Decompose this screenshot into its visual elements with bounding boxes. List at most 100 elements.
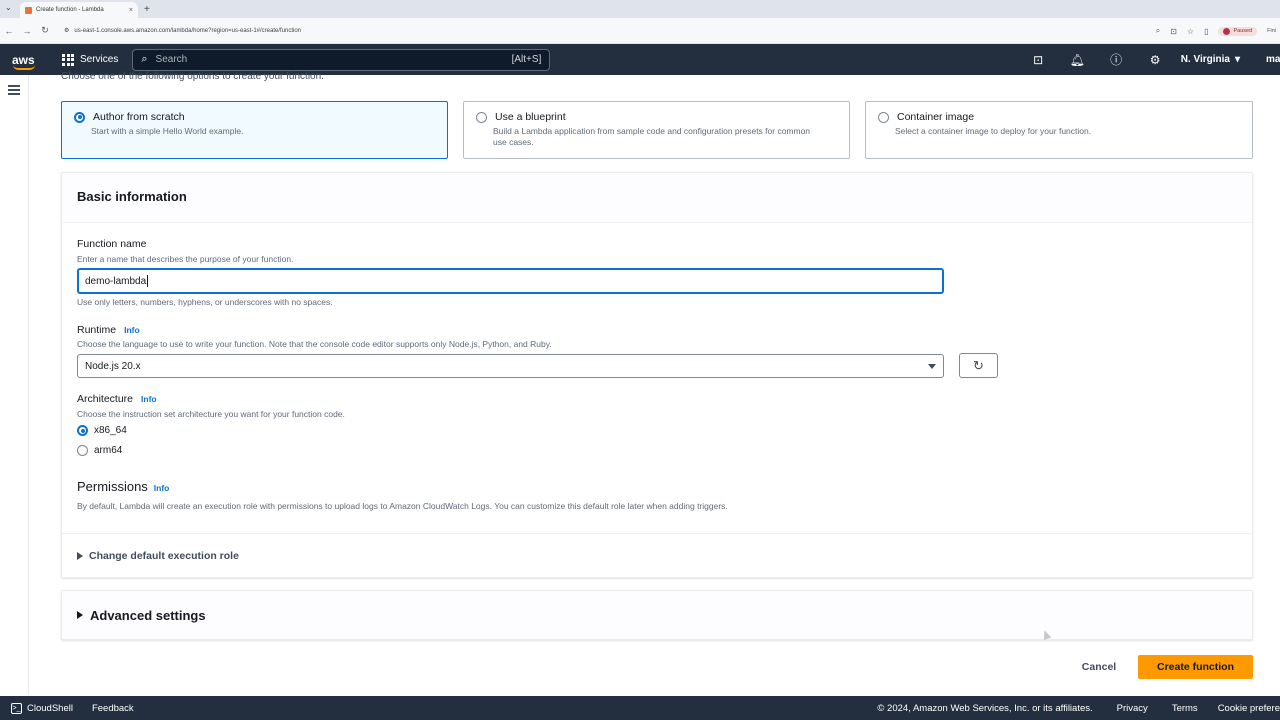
function-name-input[interactable]: demo-lambda: [77, 268, 944, 294]
advanced-settings-label: Advanced settings: [90, 607, 206, 623]
notifications-bell-icon[interactable]: 🔔︎: [1058, 53, 1097, 67]
copyright-text: © 2024, Amazon Web Services, Inc. or its…: [877, 702, 1093, 714]
new-tab-icon[interactable]: +: [144, 4, 150, 15]
intro-text: Choose one of the following options to c…: [61, 71, 324, 82]
radio-author-from-scratch[interactable]: [74, 111, 85, 123]
runtime-value: Node.js 20.x: [85, 360, 141, 372]
terms-link[interactable]: Terms: [1172, 703, 1198, 714]
permissions-info-link[interactable]: Info: [154, 483, 170, 493]
panel-divider: [62, 533, 1252, 534]
paused-label: Paused: [1233, 28, 1253, 34]
help-icon[interactable]: ⓘ: [1097, 51, 1136, 68]
privacy-link[interactable]: Privacy: [1117, 703, 1148, 714]
function-name-label: Function name: [77, 238, 147, 250]
aws-favicon-icon: [25, 6, 32, 14]
option-title: Container image: [897, 111, 975, 123]
select-caret-down-icon: [928, 363, 936, 369]
radio-use-a-blueprint[interactable]: [476, 111, 487, 123]
architecture-info-link[interactable]: Info: [141, 394, 157, 404]
function-name-hint: Use only letters, numbers, hyphens, or u…: [77, 297, 333, 307]
footer-right-links: © 2024, Amazon Web Services, Inc. or its…: [877, 696, 1280, 720]
function-name-desc: Enter a name that describes the purpose …: [77, 254, 294, 264]
permissions-label-group: Permissions Info: [77, 479, 169, 494]
cookie-preferences-link[interactable]: Cookie prefere: [1218, 703, 1280, 714]
tab-title: Create function - Lambda: [36, 7, 104, 13]
services-label: Services: [80, 54, 119, 65]
tab-close-icon[interactable]: ×: [129, 7, 133, 14]
extra-toolbar-label[interactable]: Fini: [1267, 28, 1276, 34]
forward-icon[interactable]: →: [18, 26, 36, 36]
cloudshell-icon[interactable]: ⊡: [1019, 53, 1058, 67]
browser-toolbar-right: ⌕ ⊡ ☆ ▯ Paused Fini: [1156, 18, 1280, 44]
feedback-link[interactable]: Feedback: [92, 703, 134, 714]
cloudshell-button[interactable]: >_ CloudShell: [11, 702, 73, 714]
refresh-icon: ↻: [973, 357, 984, 373]
option-title: Use a blueprint: [495, 111, 566, 123]
function-name-value: demo-lambda: [85, 275, 147, 287]
aws-smile-icon: [13, 65, 35, 70]
option-container-image[interactable]: Container image Select a container image…: [865, 101, 1253, 159]
radio-arm64[interactable]: [77, 445, 88, 456]
browser-tab-bar: ⌄ Create function - Lambda × +: [0, 0, 1280, 18]
zoom-icon[interactable]: ⌕: [1156, 26, 1160, 36]
url-text: us-east-1.console.aws.amazon.com/lambda/…: [74, 27, 302, 34]
runtime-info-link[interactable]: Info: [124, 325, 140, 335]
back-icon[interactable]: ←: [0, 26, 18, 36]
side-panel-icon[interactable]: ▯: [1204, 27, 1208, 36]
radio-x86-64[interactable]: [77, 425, 88, 436]
option-desc: Build a Lambda application from sample c…: [493, 126, 811, 147]
services-grid-icon: [62, 53, 74, 66]
radio-label: arm64: [94, 445, 123, 456]
tab-search-icon[interactable]: ⌄: [5, 3, 12, 12]
option-use-a-blueprint[interactable]: Use a blueprint Build a Lambda applicati…: [463, 101, 850, 159]
expander-label: Change default execution role: [89, 550, 239, 562]
search-icon: ⌕: [141, 53, 148, 65]
region-selector[interactable]: N. Virginia ▾: [1181, 54, 1240, 65]
panel-heading: Basic information: [62, 173, 1252, 223]
runtime-label-group: Runtime Info: [77, 324, 140, 336]
runtime-desc: Choose the language to use to write your…: [77, 339, 552, 349]
bookmark-star-icon[interactable]: ☆: [1187, 27, 1194, 36]
architecture-option-arm64[interactable]: arm64: [77, 445, 122, 456]
cloudshell-icon: >_: [11, 702, 22, 714]
search-placeholder: Search: [155, 54, 188, 65]
search-shortcut: [Alt+S]: [511, 54, 542, 65]
permissions-desc: By default, Lambda will create an execut…: [77, 501, 728, 511]
text-caret: [147, 275, 149, 287]
radio-container-image[interactable]: [878, 111, 889, 123]
create-function-button[interactable]: Create function: [1138, 655, 1253, 679]
radio-label: x86_64: [94, 425, 127, 436]
browser-address-bar: ← → ↻ ⚙ us-east-1.console.aws.amazon.com…: [0, 18, 1280, 44]
account-menu[interactable]: ma: [1266, 54, 1280, 65]
architecture-option-x86[interactable]: x86_64: [77, 425, 127, 436]
reload-icon[interactable]: ↻: [36, 25, 54, 36]
option-desc: Select a container image to deploy for y…: [895, 126, 1092, 136]
side-nav-menu-icon[interactable]: [8, 85, 20, 95]
refresh-runtimes-button[interactable]: ↻: [959, 353, 998, 378]
profile-avatar: [1223, 27, 1231, 35]
aws-logo[interactable]: aws: [12, 53, 38, 70]
url-field[interactable]: ⚙ us-east-1.console.aws.amazon.com/lambd…: [64, 27, 302, 35]
console-footer: >_ CloudShell Feedback © 2024, Amazon We…: [0, 696, 1280, 720]
caret-right-icon: [77, 552, 83, 560]
architecture-label: Architecture: [77, 393, 134, 405]
nav-right-group: ⊡ 🔔︎ ⓘ ⚙ N. Virginia ▾ ma: [1019, 44, 1280, 75]
change-default-role-expander[interactable]: Change default execution role: [77, 550, 239, 562]
search-input[interactable]: ⌕ Search [Alt+S]: [132, 48, 551, 71]
settings-gear-icon[interactable]: ⚙: [1136, 53, 1175, 67]
runtime-select[interactable]: Node.js 20.x: [77, 354, 944, 378]
cloudshell-label: CloudShell: [27, 702, 73, 714]
cancel-button[interactable]: Cancel: [1072, 656, 1126, 678]
profile-paused-badge[interactable]: Paused: [1218, 26, 1258, 36]
runtime-label: Runtime: [77, 324, 117, 336]
site-info-icon[interactable]: ⚙: [64, 27, 69, 34]
basic-information-panel: Basic information Function name Enter a …: [61, 172, 1253, 578]
install-icon[interactable]: ⊡: [1170, 27, 1177, 36]
option-title: Author from scratch: [93, 111, 185, 123]
architecture-desc: Choose the instruction set architecture …: [77, 409, 345, 419]
browser-tab[interactable]: Create function - Lambda ×: [20, 2, 138, 18]
architecture-label-group: Architecture Info: [77, 393, 157, 405]
services-menu-button[interactable]: Services: [62, 53, 119, 66]
option-author-from-scratch[interactable]: Author from scratch Start with a simple …: [61, 101, 448, 159]
advanced-settings-expander[interactable]: Advanced settings: [61, 590, 1253, 640]
